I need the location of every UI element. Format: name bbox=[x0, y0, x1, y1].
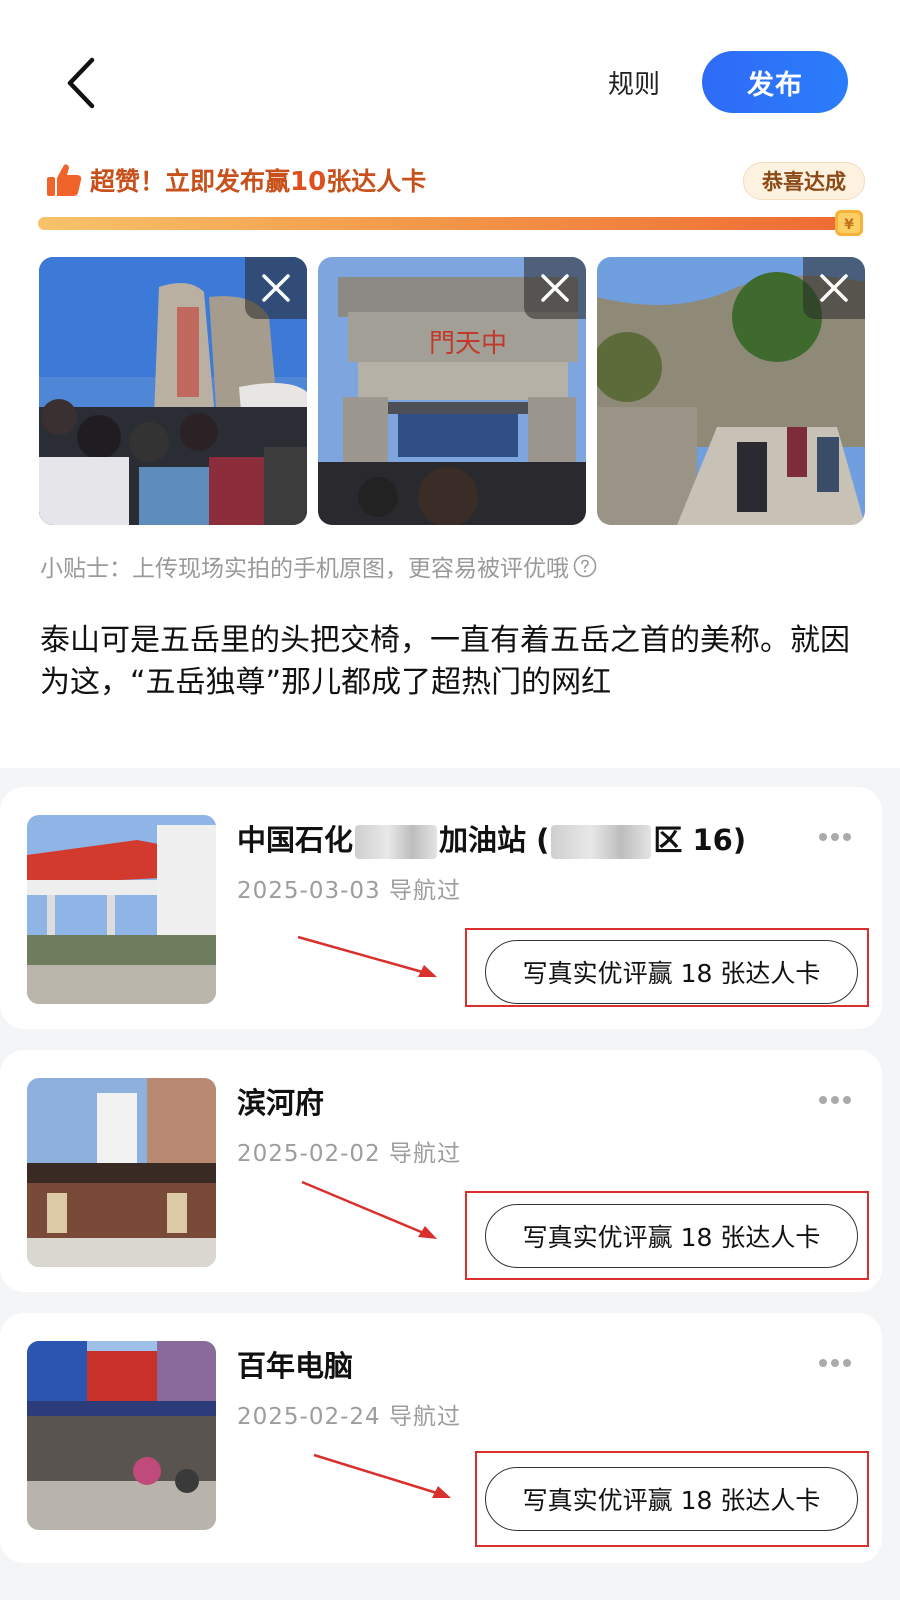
close-icon bbox=[262, 274, 290, 302]
more-icon[interactable] bbox=[818, 1095, 852, 1105]
remove-photo-button[interactable] bbox=[803, 257, 865, 319]
place-thumbnail-image bbox=[27, 1078, 216, 1267]
arrow-annotation bbox=[301, 1180, 437, 1239]
place-nav-date: 2025-02-02 导航过 bbox=[237, 1141, 461, 1167]
photo-thumbnail-2[interactable]: 門天中 bbox=[318, 257, 586, 525]
promo-banner: 超赞！立即发布赢10张达人卡 bbox=[46, 160, 426, 200]
place-title-part: 区 16) bbox=[653, 823, 747, 857]
place-title: 滨河府 bbox=[237, 1086, 325, 1120]
place-title-part: 中国石化 bbox=[237, 823, 354, 857]
close-icon bbox=[820, 274, 848, 302]
back-button[interactable] bbox=[60, 55, 104, 111]
more-icon[interactable] bbox=[818, 1358, 852, 1368]
publish-button[interactable]: 发布 bbox=[702, 51, 848, 113]
place-card[interactable]: 滨河府 2025-02-02 导航过 写真实优评赢 18 张达人卡 bbox=[0, 1050, 882, 1292]
place-title: 百年电脑 bbox=[237, 1349, 354, 1383]
close-icon bbox=[541, 274, 569, 302]
promo-count: 10 bbox=[290, 167, 327, 197]
achieved-badge: 恭喜达成 bbox=[743, 162, 865, 200]
progress-bar bbox=[38, 217, 850, 230]
place-thumbnail bbox=[27, 815, 216, 1004]
write-review-button[interactable]: 写真实优评赢 18 张达人卡 bbox=[485, 940, 858, 1004]
promo-text: 超赞！立即发布赢10张达人卡 bbox=[90, 162, 426, 198]
upload-tip: 小贴士：上传现场实拍的手机原图，更容易被评优哦 bbox=[40, 549, 597, 583]
arrow-annotation bbox=[313, 1453, 451, 1498]
help-icon[interactable] bbox=[573, 554, 597, 578]
place-nav-date: 2025-02-24 导航过 bbox=[237, 1404, 461, 1430]
promo-suffix: 张达人卡 bbox=[326, 167, 427, 196]
redacted-text bbox=[355, 825, 438, 859]
rules-link[interactable]: 规则 bbox=[608, 64, 660, 101]
remove-photo-button[interactable] bbox=[245, 257, 307, 319]
redacted-text bbox=[551, 825, 652, 859]
arrow-annotation bbox=[297, 935, 437, 977]
coin-icon: ¥ bbox=[835, 210, 863, 236]
place-thumbnail-image bbox=[27, 1341, 216, 1530]
chevron-left-icon bbox=[67, 57, 95, 109]
write-review-button[interactable]: 写真实优评赢 18 张达人卡 bbox=[485, 1204, 858, 1268]
write-review-button[interactable]: 写真实优评赢 18 张达人卡 bbox=[485, 1467, 858, 1531]
svg-text:門天中: 門天中 bbox=[429, 329, 507, 359]
photo-thumbnail-1[interactable] bbox=[39, 257, 307, 525]
promo-prefix: 超赞！立即发布赢 bbox=[90, 167, 291, 196]
more-icon[interactable] bbox=[818, 832, 852, 842]
place-thumbnail bbox=[27, 1341, 216, 1530]
thumbs-up-icon bbox=[47, 164, 82, 196]
place-title-part: 加油站 ( bbox=[439, 823, 550, 857]
coin-symbol: ¥ bbox=[844, 217, 854, 233]
place-card[interactable]: 中国石化 加油站 ( 区 16) 2025-03-03 导航过 写真实优评赢 18 … bbox=[0, 787, 882, 1029]
remove-photo-button[interactable] bbox=[524, 257, 586, 319]
photo-thumbnail-3[interactable] bbox=[597, 257, 865, 525]
place-title: 中国石化 加油站 ( 区 16) bbox=[237, 817, 746, 859]
place-thumbnail-image bbox=[27, 815, 216, 1004]
upload-tip-text: 小贴士：上传现场实拍的手机原图，更容易被评优哦 bbox=[40, 556, 569, 582]
progress-fill bbox=[38, 217, 850, 230]
review-text[interactable]: 泰山可是五岳里的头把交椅，一直有着五岳之首的美称。就因为这，“五岳独尊”那儿都成… bbox=[40, 620, 850, 704]
place-card[interactable]: 百年电脑 2025-02-24 导航过 写真实优评赢 18 张达人卡 bbox=[0, 1313, 882, 1563]
place-thumbnail bbox=[27, 1078, 216, 1267]
place-nav-date: 2025-03-03 导航过 bbox=[237, 878, 461, 904]
